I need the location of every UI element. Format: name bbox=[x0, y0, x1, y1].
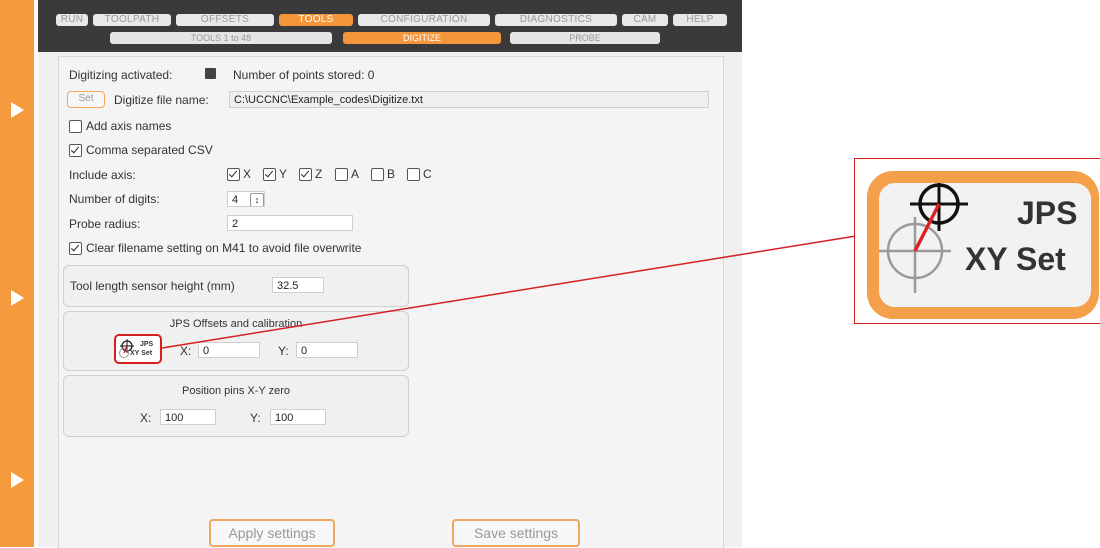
zoom-button-frame: JPS XY Set bbox=[867, 171, 1099, 319]
zoom-button-face: JPS XY Set bbox=[879, 183, 1091, 307]
zoom-label-line1: JPS bbox=[1017, 195, 1078, 231]
zoom-label-line2: XY Set bbox=[965, 241, 1066, 277]
zoom-callout: JPS XY Set bbox=[854, 158, 1100, 324]
